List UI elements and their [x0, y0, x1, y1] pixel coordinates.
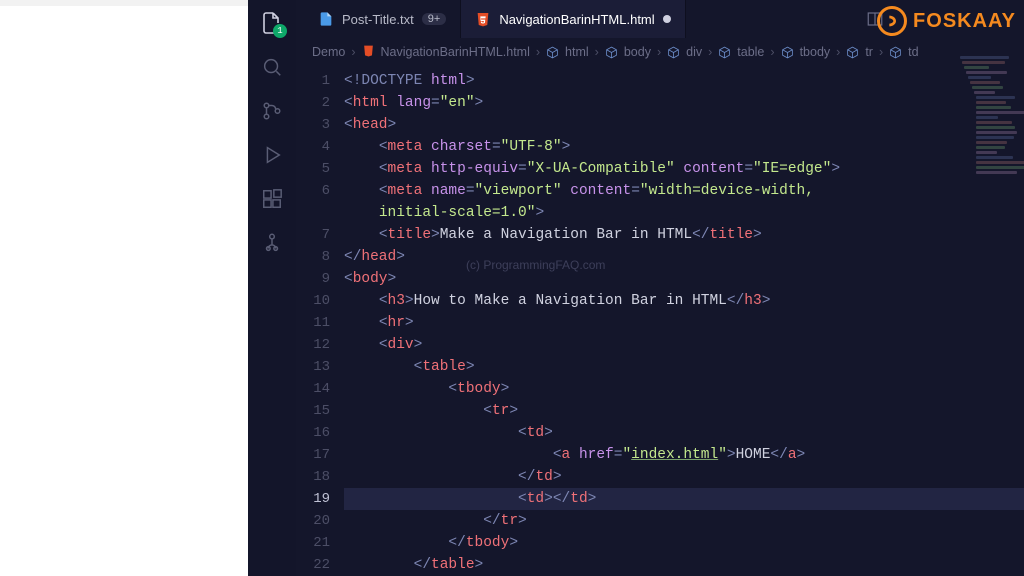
- symbol-icon: [846, 46, 859, 59]
- code-line[interactable]: <div>: [344, 334, 1024, 356]
- dirty-indicator-icon: [663, 15, 671, 23]
- code-line[interactable]: <tbody>: [344, 378, 1024, 400]
- code-line[interactable]: </head>: [344, 246, 1024, 268]
- symbol-icon: [667, 46, 680, 59]
- line-number: 14: [296, 378, 330, 400]
- chevron-right-icon: ›: [351, 45, 355, 59]
- code-line[interactable]: initial-scale=1.0">: [344, 202, 1024, 224]
- logo-text: FOSKAAY: [913, 10, 1016, 33]
- line-number: 16: [296, 422, 330, 444]
- code-line[interactable]: <tr>: [344, 400, 1024, 422]
- tab-label: Post-Title.txt: [342, 12, 414, 27]
- line-number: 11: [296, 312, 330, 334]
- line-number: 18: [296, 466, 330, 488]
- line-number: 12: [296, 334, 330, 356]
- breadcrumb-segment[interactable]: tbody: [800, 45, 831, 59]
- symbol-icon: [605, 46, 618, 59]
- run-debug-icon[interactable]: [259, 142, 285, 168]
- line-number: [296, 202, 330, 224]
- chevron-right-icon: ›: [708, 45, 712, 59]
- line-number: 10: [296, 290, 330, 312]
- breadcrumb[interactable]: Demo › NavigationBarinHTML.html › html › body ›…: [296, 38, 1024, 66]
- line-number: 13: [296, 356, 330, 378]
- code-line[interactable]: <html lang="en">: [344, 92, 1024, 114]
- explorer-badge: 1: [273, 24, 287, 38]
- foskaay-logo: FOSKAAY: [877, 6, 1016, 36]
- code-line[interactable]: <a href="index.html">HOME</a>: [344, 444, 1024, 466]
- tab-badge: 9+: [422, 13, 447, 25]
- code-line[interactable]: </tr>: [344, 510, 1024, 532]
- watermark-text: (c) ProgrammingFAQ.com: [466, 258, 605, 272]
- code-line[interactable]: <td></td>: [344, 488, 1024, 510]
- code-line[interactable]: <hr>: [344, 312, 1024, 334]
- chevron-right-icon: ›: [657, 45, 661, 59]
- breadcrumb-segment[interactable]: div: [686, 45, 702, 59]
- breadcrumb-segment[interactable]: td: [908, 45, 918, 59]
- code-line[interactable]: <h3>How to Make a Navigation Bar in HTML…: [344, 290, 1024, 312]
- symbol-icon: [781, 46, 794, 59]
- line-number: 6: [296, 180, 330, 202]
- chevron-right-icon: ›: [536, 45, 540, 59]
- txt-file-icon: [318, 11, 334, 27]
- minimap[interactable]: [960, 56, 1020, 166]
- code-line[interactable]: <td>: [344, 422, 1024, 444]
- line-number: 2: [296, 92, 330, 114]
- chevron-right-icon: ›: [595, 45, 599, 59]
- html-file-icon: [475, 11, 491, 27]
- chevron-right-icon: ›: [879, 45, 883, 59]
- code-line[interactable]: <body>: [344, 268, 1024, 290]
- code-line[interactable]: <title>Make a Navigation Bar in HTML</ti…: [344, 224, 1024, 246]
- code-area[interactable]: 1234567891011121314151617181920212223 <!…: [296, 66, 1024, 576]
- vscode-editor: 1 Post-Title.txt 9+ NavigationBarinHTML.ht…: [248, 0, 1024, 576]
- explorer-icon[interactable]: 1: [259, 10, 285, 36]
- line-number: 15: [296, 400, 330, 422]
- breadcrumb-segment[interactable]: tr: [865, 45, 873, 59]
- editor-tab[interactable]: NavigationBarinHTML.html: [461, 0, 685, 38]
- line-number: 22: [296, 554, 330, 576]
- editor-main: Post-Title.txt 9+ NavigationBarinHTML.html…: [296, 0, 1024, 576]
- html-file-icon: [362, 44, 375, 60]
- chevron-right-icon: ›: [770, 45, 774, 59]
- code-line[interactable]: <meta name="viewport" content="width=dev…: [344, 180, 1024, 202]
- line-number: 5: [296, 158, 330, 180]
- line-gutter: 1234567891011121314151617181920212223: [296, 66, 344, 576]
- breadcrumb-segment[interactable]: html: [565, 45, 589, 59]
- search-icon[interactable]: [259, 54, 285, 80]
- code-content[interactable]: <!DOCTYPE html><html lang="en"><head> <m…: [344, 66, 1024, 576]
- line-number: 1: [296, 70, 330, 92]
- source-control-icon[interactable]: [259, 98, 285, 124]
- line-number: 17: [296, 444, 330, 466]
- line-number: 9: [296, 268, 330, 290]
- symbol-icon: [718, 46, 731, 59]
- code-line[interactable]: </tbody>: [344, 532, 1024, 554]
- chevron-right-icon: ›: [836, 45, 840, 59]
- symbol-icon: [889, 46, 902, 59]
- line-number: 19: [296, 488, 330, 510]
- code-line[interactable]: <meta http-equiv="X-UA-Compatible" conte…: [344, 158, 1024, 180]
- code-line[interactable]: <table>: [344, 356, 1024, 378]
- browser-blank-area: [0, 0, 248, 576]
- breadcrumb-segment[interactable]: body: [624, 45, 651, 59]
- breadcrumb-segment[interactable]: NavigationBarinHTML.html: [381, 45, 530, 59]
- extensions-icon[interactable]: [259, 186, 285, 212]
- editor-tab[interactable]: Post-Title.txt 9+: [304, 0, 461, 38]
- code-line[interactable]: <head>: [344, 114, 1024, 136]
- code-line[interactable]: </table>: [344, 554, 1024, 576]
- line-number: 4: [296, 136, 330, 158]
- git-graph-icon[interactable]: [259, 230, 285, 256]
- line-number: 7: [296, 224, 330, 246]
- code-line[interactable]: </td>: [344, 466, 1024, 488]
- code-line[interactable]: <meta charset="UTF-8">: [344, 136, 1024, 158]
- logo-mark-icon: [877, 6, 907, 36]
- breadcrumb-segment[interactable]: table: [737, 45, 764, 59]
- line-number: 20: [296, 510, 330, 532]
- code-line[interactable]: <!DOCTYPE html>: [344, 70, 1024, 92]
- line-number: 3: [296, 114, 330, 136]
- breadcrumb-segment[interactable]: Demo: [312, 45, 345, 59]
- line-number: 8: [296, 246, 330, 268]
- line-number: 21: [296, 532, 330, 554]
- activity-bar: 1: [248, 0, 296, 576]
- symbol-icon: [546, 46, 559, 59]
- tab-label: NavigationBarinHTML.html: [499, 12, 654, 27]
